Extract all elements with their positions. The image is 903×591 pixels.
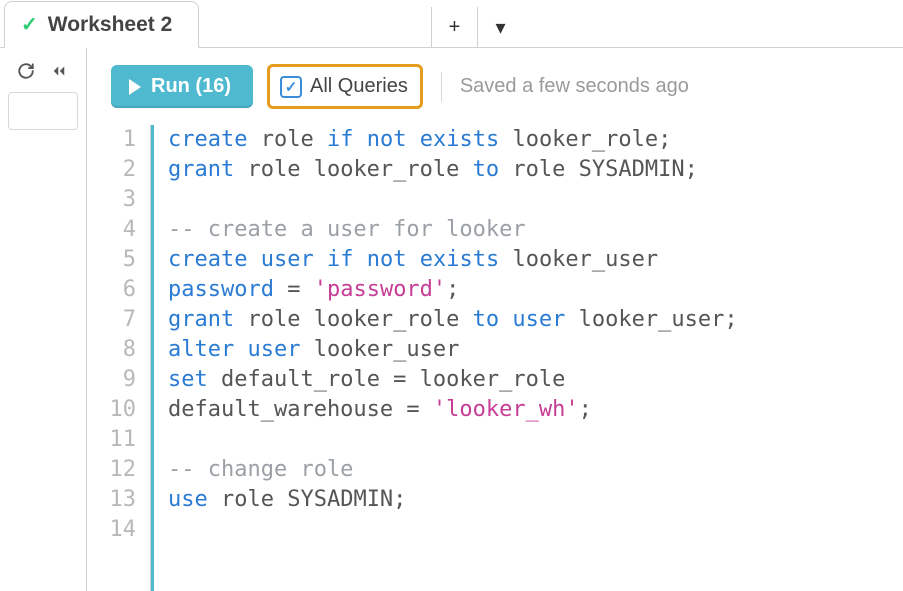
line-number: 8 xyxy=(91,335,136,365)
run-button[interactable]: Run (16) xyxy=(111,65,253,108)
tabs-row: ✓ Worksheet 2 + ▾ xyxy=(0,0,903,48)
rail-box[interactable] xyxy=(8,92,78,130)
line-number: 10 xyxy=(91,395,136,425)
line-number: 4 xyxy=(91,215,136,245)
line-number: 3 xyxy=(91,185,136,215)
refresh-icon[interactable] xyxy=(17,62,35,80)
check-icon: ✓ xyxy=(21,12,38,37)
line-number: 6 xyxy=(91,275,136,305)
line-number: 5 xyxy=(91,245,136,275)
code-line[interactable] xyxy=(168,515,738,545)
line-gutter: 1234567891011121314 xyxy=(91,125,151,591)
line-number: 7 xyxy=(91,305,136,335)
play-icon xyxy=(129,79,141,95)
all-queries-toggle[interactable]: ✓ All Queries xyxy=(267,64,423,109)
code-line[interactable]: create user if not exists looker_user xyxy=(168,245,738,275)
code-line[interactable]: -- create a user for looker xyxy=(168,215,738,245)
collapse-icon[interactable] xyxy=(49,62,69,80)
line-number: 1 xyxy=(91,125,136,155)
saved-status: Saved a few seconds ago xyxy=(460,75,689,98)
code-editor[interactable]: 1234567891011121314 create role if not e… xyxy=(87,125,903,591)
tabs-right: + ▾ xyxy=(431,7,903,47)
plus-icon: + xyxy=(449,16,461,39)
code-line[interactable] xyxy=(168,425,738,455)
main-area: Run (16) ✓ All Queries Saved a few secon… xyxy=(0,48,903,591)
code-line[interactable] xyxy=(168,185,738,215)
line-number: 14 xyxy=(91,515,136,545)
code-line[interactable]: grant role looker_role to role SYSADMIN; xyxy=(168,155,738,185)
content: Run (16) ✓ All Queries Saved a few secon… xyxy=(87,48,903,591)
code-line[interactable]: grant role looker_role to user looker_us… xyxy=(168,305,738,335)
line-number: 13 xyxy=(91,485,136,515)
all-queries-label: All Queries xyxy=(310,75,408,98)
toolbar: Run (16) ✓ All Queries Saved a few secon… xyxy=(87,48,903,125)
line-number: 11 xyxy=(91,425,136,455)
code-line[interactable]: create role if not exists looker_role; xyxy=(168,125,738,155)
line-number: 2 xyxy=(91,155,136,185)
tab-menu-button[interactable]: ▾ xyxy=(477,7,523,47)
code-area[interactable]: create role if not exists looker_role;gr… xyxy=(151,125,738,591)
separator xyxy=(441,72,442,102)
code-line[interactable]: password = 'password'; xyxy=(168,275,738,305)
code-line[interactable]: use role SYSADMIN; xyxy=(168,485,738,515)
add-tab-button[interactable]: + xyxy=(431,7,477,47)
code-line[interactable]: -- change role xyxy=(168,455,738,485)
code-line[interactable]: set default_role = looker_role xyxy=(168,365,738,395)
left-rail xyxy=(0,48,86,591)
code-line[interactable]: default_warehouse = 'looker_wh'; xyxy=(168,395,738,425)
checkbox-icon: ✓ xyxy=(280,76,302,98)
line-number: 12 xyxy=(91,455,136,485)
tab-label: Worksheet 2 xyxy=(48,13,173,37)
line-number: 9 xyxy=(91,365,136,395)
run-label: Run (16) xyxy=(151,75,231,98)
caret-down-icon: ▾ xyxy=(495,15,505,40)
worksheet-tab[interactable]: ✓ Worksheet 2 xyxy=(4,1,199,48)
code-line[interactable]: alter user looker_user xyxy=(168,335,738,365)
